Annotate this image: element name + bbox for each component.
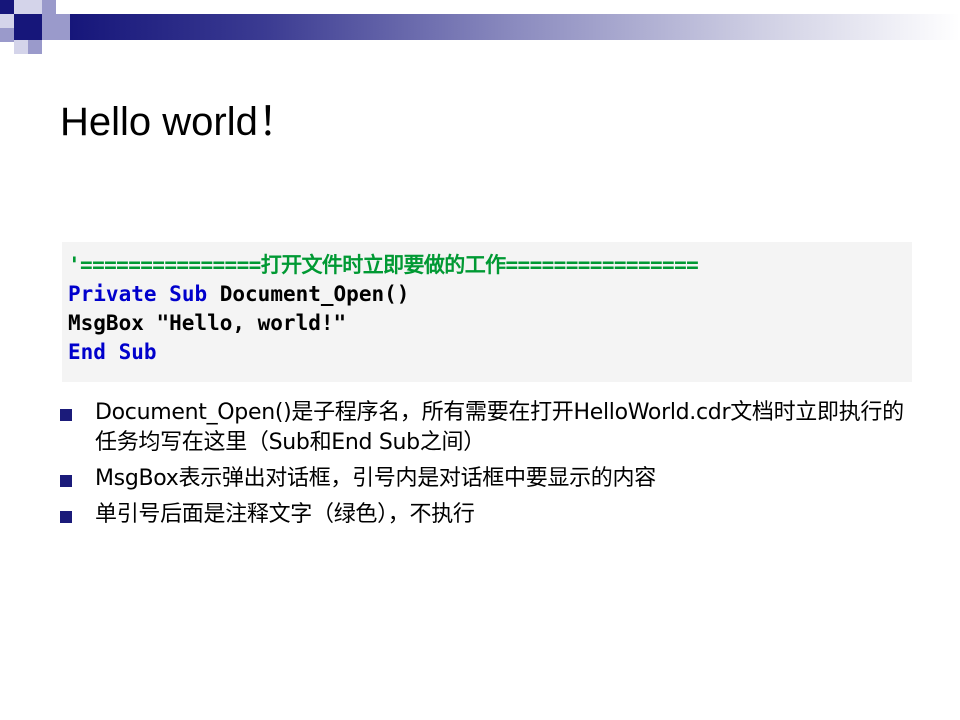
corner-square-light xyxy=(14,0,42,14)
corner-square-dark xyxy=(14,14,42,40)
corner-square-mid xyxy=(42,14,70,40)
header-gradient-bar xyxy=(70,14,960,40)
square-bullet-icon xyxy=(60,511,72,523)
bullet-text: Document_Open()是子程序名，所有需要在打开HelloWorld.c… xyxy=(95,400,904,455)
code-comment-line: '===============打开文件时立即要做的工作============… xyxy=(68,253,699,277)
code-line-private-sub: Private Sub Document_Open() xyxy=(68,280,912,309)
code-line-end-sub: End Sub xyxy=(68,338,912,367)
square-bullet-icon xyxy=(60,409,72,421)
bullet-text: MsgBox表示弹出对话框，引号内是对话框中要显示的内容 xyxy=(95,466,656,491)
bullet-text: 单引号后面是注释文字（绿色），不执行 xyxy=(95,502,475,527)
code-snippet: '===============打开文件时立即要做的工作============… xyxy=(62,242,912,382)
code-keyword: Sub xyxy=(118,340,157,364)
square-bullet-icon xyxy=(60,475,72,487)
corner-square-dark xyxy=(0,0,14,14)
corner-square-mid xyxy=(0,28,14,42)
slide-title: Hello world！ xyxy=(60,100,298,144)
corner-square-mid xyxy=(42,0,56,14)
bullet-item: 单引号后面是注释文字（绿色），不执行 xyxy=(60,500,920,530)
code-keyword: End xyxy=(68,340,106,364)
code-keyword: Private xyxy=(68,282,157,306)
bullet-list: Document_Open()是子程序名，所有需要在打开HelloWorld.c… xyxy=(60,398,920,536)
corner-square-light xyxy=(0,14,14,28)
code-text: Document_Open() xyxy=(207,282,410,306)
bullet-item: Document_Open()是子程序名，所有需要在打开HelloWorld.c… xyxy=(60,398,920,458)
bullet-item: MsgBox表示弹出对话框，引号内是对话框中要显示的内容 xyxy=(60,464,920,494)
corner-square-light xyxy=(14,40,28,54)
code-keyword: Sub xyxy=(169,282,208,306)
corner-square-mid xyxy=(28,40,42,54)
code-line-msgbox: MsgBox "Hello, world!" xyxy=(68,311,347,335)
